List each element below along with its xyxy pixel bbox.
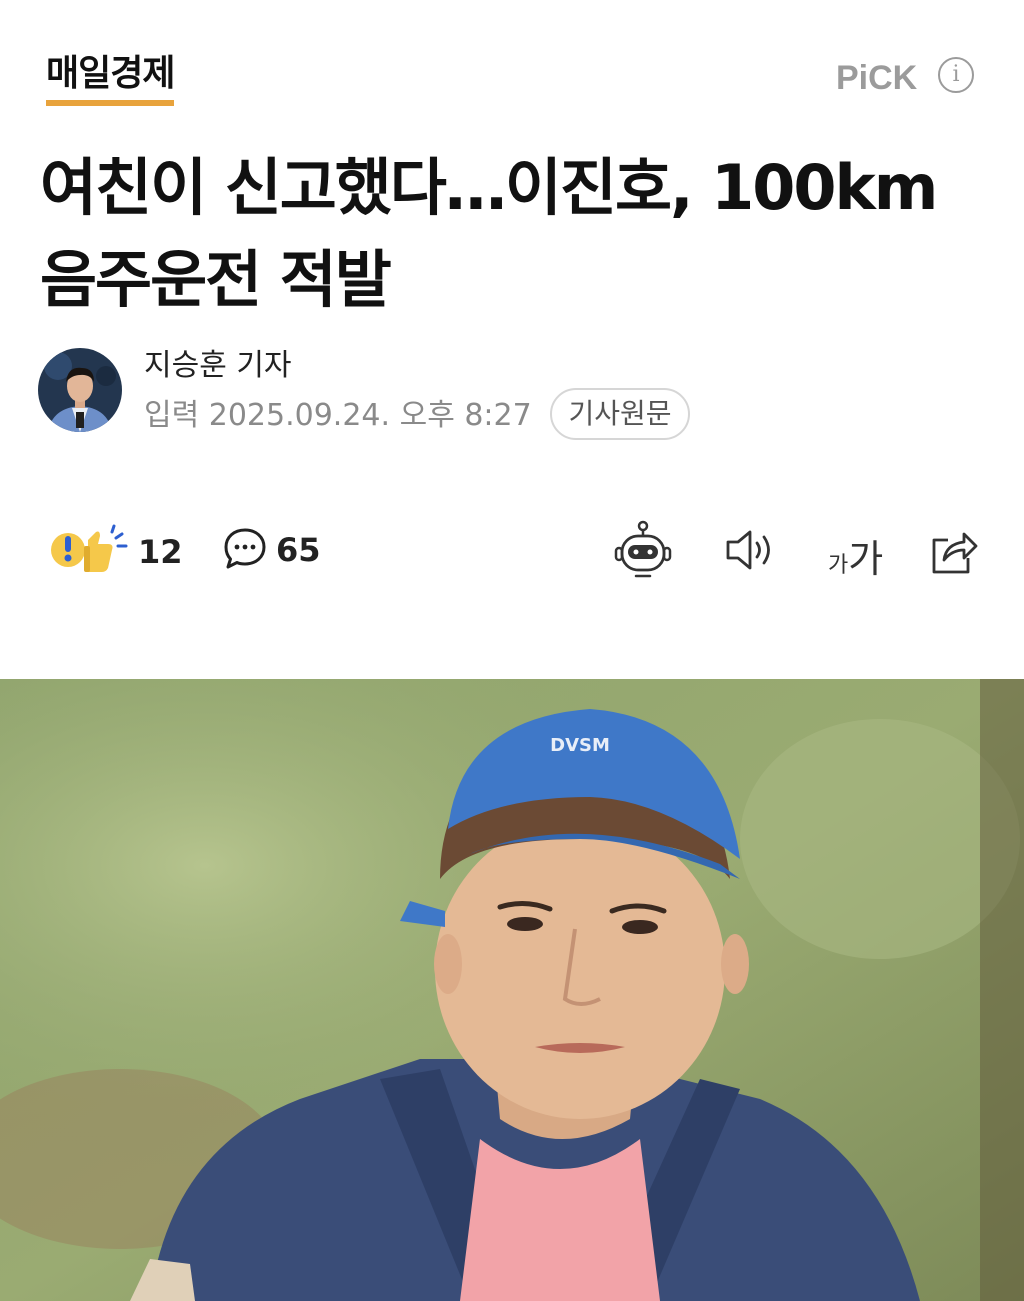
text-to-speech-icon[interactable] <box>724 520 776 580</box>
font-size-large-label: 가 <box>848 537 884 581</box>
svg-text:DVSM: DVSM <box>550 735 610 756</box>
reaction-emoji-icon[interactable] <box>48 524 132 580</box>
man-in-blue-cap-photo[interactable]: DVSM <box>0 679 1024 1301</box>
comment-bubble-icon[interactable] <box>222 526 268 572</box>
reporter-avatar[interactable] <box>38 348 122 432</box>
article-photo: DVSM <box>0 679 1024 1301</box>
reaction-count[interactable]: 12 <box>138 530 183 574</box>
comment-count[interactable]: 65 <box>276 528 321 572</box>
original-article-button[interactable]: 기사원문 <box>550 388 690 440</box>
share-icon[interactable] <box>928 520 980 580</box>
date-value: 2025.09.24. 오후 8:27 <box>208 398 532 433</box>
reporter-name[interactable]: 지승훈 기자 <box>144 346 292 386</box>
font-size-small-label: 가 <box>828 553 849 578</box>
article-title: 여친이 신고했다…이진호, 100km 음주운전 적발 <box>40 151 938 316</box>
article-header: 매일경제 PiCK i <box>0 0 1024 130</box>
article-action-bar: 12 65 가가 <box>0 510 1024 590</box>
press-logo[interactable]: 매일경제 <box>46 52 175 106</box>
info-icon[interactable]: i <box>938 57 974 93</box>
summary-bot-icon[interactable] <box>614 520 672 580</box>
avatar-image <box>38 348 122 432</box>
date-label: 입력 <box>144 398 200 433</box>
publish-date: 입력 2025.09.24. 오후 8:27 <box>144 396 532 436</box>
pick-label: PiCK <box>836 59 918 97</box>
font-size-icon[interactable]: 가가 <box>828 528 884 581</box>
